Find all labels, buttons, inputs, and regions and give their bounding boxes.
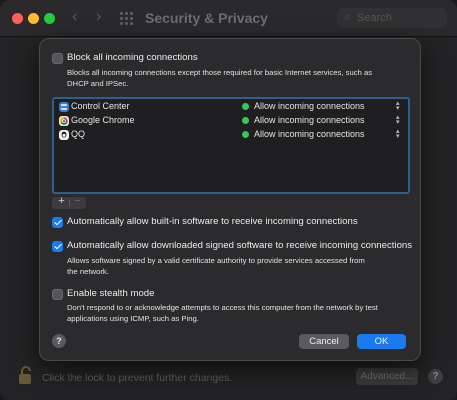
chevron-up-down-icon[interactable]: ▴ ▾: [396, 128, 400, 140]
add-remove-control: + −: [52, 195, 86, 209]
zoom-window-button[interactable]: [44, 13, 55, 24]
lock-icon[interactable]: [17, 365, 35, 385]
remove-app-button[interactable]: −: [71, 195, 84, 207]
window-title: Security & Privacy: [145, 10, 268, 26]
control-center-icon: [59, 102, 69, 112]
chevron-up-down-icon[interactable]: ▴ ▾: [396, 114, 400, 126]
auto-signed-description: Allows software signed by a valid certif…: [67, 256, 365, 276]
app-status: Allow incoming connections: [254, 115, 365, 125]
block-all-checkbox[interactable]: [52, 53, 63, 64]
search-field[interactable]: ⌕ Search: [337, 8, 447, 28]
add-app-button[interactable]: +: [55, 195, 68, 207]
qq-icon: [59, 130, 69, 140]
list-item[interactable]: Control Center Allow incoming connection…: [58, 100, 404, 114]
show-all-grid-icon[interactable]: [120, 12, 133, 25]
stealth-mode-checkbox[interactable]: [52, 289, 63, 300]
chevron-up-down-icon[interactable]: ▴ ▾: [396, 100, 400, 112]
lock-message: Click the lock to prevent further change…: [42, 372, 233, 384]
list-item[interactable]: QQ Allow incoming connections ▴ ▾: [58, 128, 404, 142]
chevron-right-icon[interactable]: ›: [96, 8, 101, 26]
firewall-options-sheet: Block all incoming connections Blocks al…: [39, 38, 421, 361]
advanced-button[interactable]: Advanced...: [356, 368, 418, 385]
search-icon: ⌕: [344, 11, 351, 23]
status-dot-icon: [242, 117, 249, 124]
app-status: Allow incoming connections: [254, 101, 365, 111]
status-dot-icon: [242, 131, 249, 138]
app-name: Google Chrome: [71, 115, 135, 125]
help-button[interactable]: ?: [52, 334, 66, 348]
auto-builtin-checkbox[interactable]: [52, 217, 63, 228]
bottom-bar: Click the lock to prevent further change…: [0, 362, 457, 392]
auto-signed-label: Automatically allow downloaded signed so…: [67, 240, 413, 251]
app-status: Allow incoming connections: [254, 129, 365, 139]
titlebar: ‹ › Security & Privacy ⌕ Search: [0, 0, 457, 37]
search-placeholder: Search: [357, 12, 392, 24]
divider: [69, 199, 70, 207]
stealth-mode-description: Don't respond to or acknowledge attempts…: [67, 303, 378, 323]
block-all-label: Block all incoming connections: [67, 52, 198, 63]
cancel-button[interactable]: Cancel: [299, 334, 349, 349]
app-name: QQ: [71, 129, 86, 139]
app-list[interactable]: Control Center Allow incoming connection…: [52, 97, 410, 194]
help-button[interactable]: ?: [428, 369, 443, 384]
ok-button[interactable]: OK: [357, 334, 406, 349]
list-item[interactable]: Google Chrome Allow incoming connections…: [58, 114, 404, 128]
status-dot-icon: [242, 103, 249, 110]
chevron-left-icon[interactable]: ‹: [72, 8, 77, 26]
auto-builtin-label: Automatically allow built-in software to…: [67, 216, 358, 227]
block-all-description: Blocks all incoming connections except t…: [67, 68, 373, 88]
app-name: Control Center: [71, 101, 130, 111]
close-window-button[interactable]: [12, 13, 23, 24]
stealth-mode-label: Enable stealth mode: [67, 288, 155, 299]
chrome-icon: [59, 116, 69, 126]
auto-signed-checkbox[interactable]: [52, 241, 63, 252]
security-privacy-window: ‹ › Security & Privacy ⌕ Search Click th…: [0, 0, 457, 400]
minimize-window-button[interactable]: [28, 13, 39, 24]
